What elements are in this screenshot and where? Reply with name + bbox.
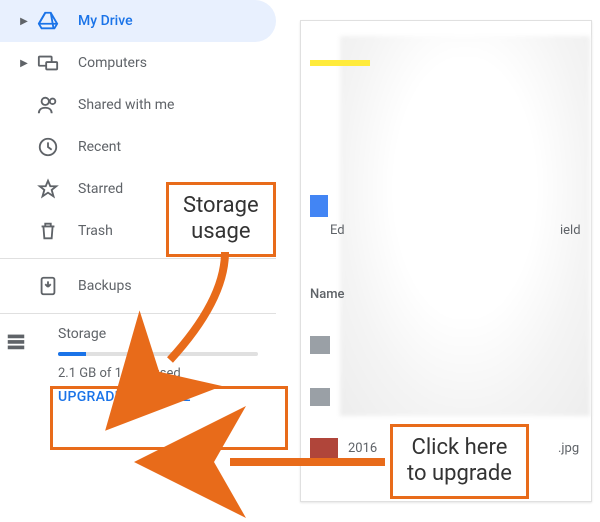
callout-storage-usage: Storage usage bbox=[166, 182, 276, 257]
shared-icon bbox=[36, 93, 60, 117]
divider bbox=[0, 313, 276, 314]
sidebar-item-label: My Drive bbox=[78, 13, 133, 29]
sidebar-item-label: Recent bbox=[78, 139, 121, 155]
callout-upgrade: Click here to upgrade bbox=[390, 424, 529, 499]
docs-icon bbox=[310, 195, 328, 217]
backups-icon bbox=[36, 274, 60, 298]
expand-caret-icon[interactable]: ▶ bbox=[18, 58, 30, 69]
file-icon bbox=[310, 388, 330, 406]
name-column-header[interactable]: Name bbox=[310, 287, 345, 302]
sidebar-item-recent[interactable]: Recent bbox=[0, 126, 276, 168]
filename-fragment-ext: .jpg bbox=[558, 441, 579, 456]
filename-fragment-year: 2016 bbox=[348, 441, 377, 456]
callout-text: Storage usage bbox=[183, 193, 259, 244]
sidebar-item-shared[interactable]: Shared with me bbox=[0, 84, 276, 126]
sidebar-item-backups[interactable]: Backups bbox=[0, 265, 276, 307]
storage-progress-fill bbox=[58, 352, 86, 356]
sidebar-item-label: Starred bbox=[78, 181, 123, 197]
upgrade-storage-link[interactable]: UPGRADE STORAGE bbox=[58, 389, 276, 405]
computers-icon bbox=[36, 51, 60, 75]
storage-icon bbox=[4, 329, 28, 353]
edited-text-fragment: Ed bbox=[330, 223, 345, 238]
storage-progress-bar bbox=[58, 352, 258, 356]
sidebar-item-computers[interactable]: ▶ Computers bbox=[0, 42, 276, 84]
sidebar-item-my-drive[interactable]: ▶ My Drive bbox=[0, 0, 276, 42]
sidebar: ▶ My Drive ▶ Computers Shared with me bbox=[0, 0, 276, 522]
field-text-fragment: ield bbox=[560, 223, 581, 238]
highlight-bar bbox=[310, 60, 370, 66]
trash-icon bbox=[36, 219, 60, 243]
sidebar-item-label: Backups bbox=[78, 278, 132, 294]
sidebar-item-label: Shared with me bbox=[78, 97, 174, 113]
divider bbox=[0, 258, 276, 259]
file-icon bbox=[310, 336, 330, 354]
callout-text: Click here to upgrade bbox=[407, 435, 512, 486]
storage-used-text: 2.1 GB of 15 GB used bbox=[58, 366, 276, 381]
storage-title: Storage bbox=[58, 326, 276, 342]
sidebar-item-label: Computers bbox=[78, 55, 147, 71]
drive-icon bbox=[36, 9, 60, 33]
blurred-content bbox=[340, 36, 590, 416]
storage-section: Storage 2.1 GB of 15 GB used UPGRADE STO… bbox=[0, 326, 276, 405]
image-thumbnail bbox=[310, 438, 338, 458]
sidebar-item-label: Trash bbox=[78, 223, 113, 239]
clock-icon bbox=[36, 135, 60, 159]
expand-caret-icon[interactable]: ▶ bbox=[18, 16, 30, 27]
star-icon bbox=[36, 177, 60, 201]
